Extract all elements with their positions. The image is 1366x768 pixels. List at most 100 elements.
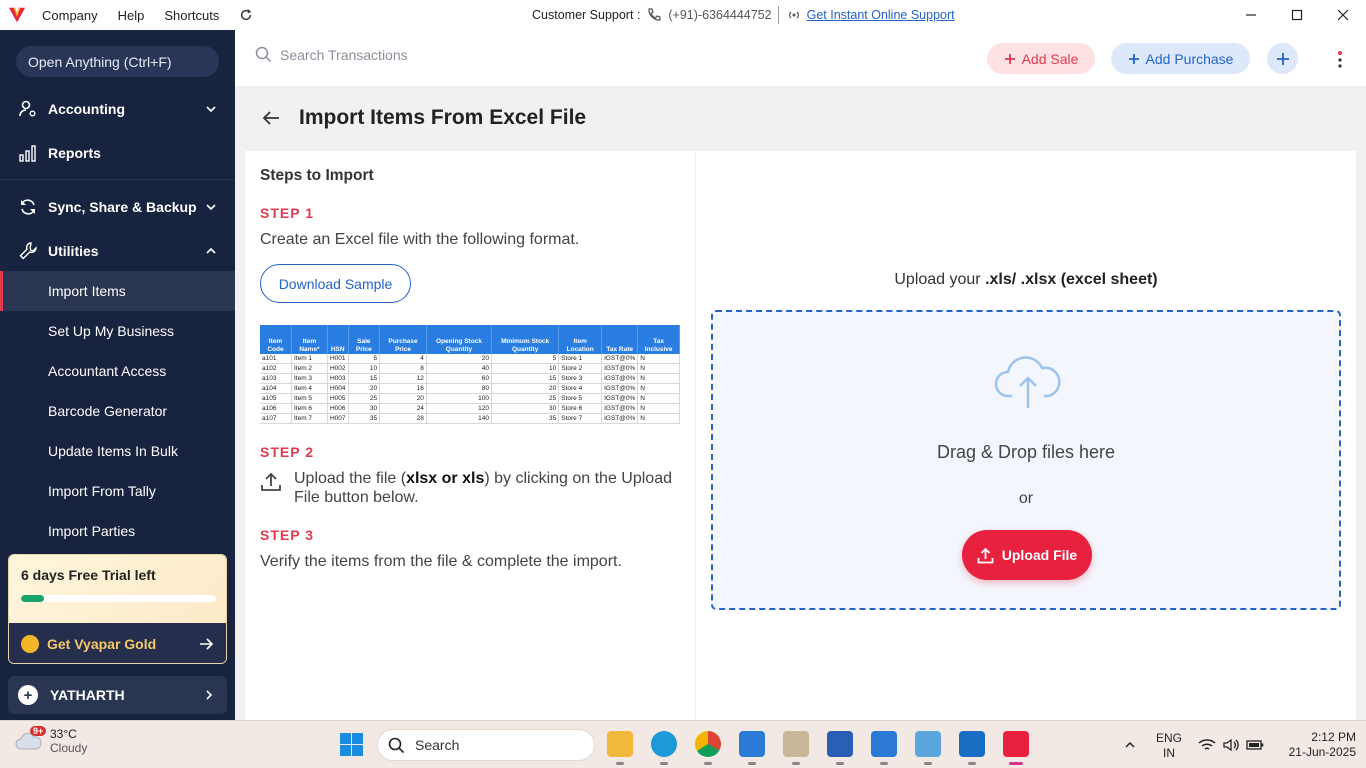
- sample-table-header-cell: Tax Rate: [601, 325, 639, 354]
- customer-support: Customer Support : (+91)-6364444752 Get …: [532, 0, 955, 30]
- sample-table-cell: H005: [327, 393, 349, 404]
- taskbar-search[interactable]: Search: [377, 729, 595, 761]
- sidebar-item-update-items-bulk[interactable]: Update Items In Bulk: [0, 431, 235, 471]
- menu-company[interactable]: Company: [42, 8, 98, 23]
- step-1-text: Create an Excel file with the following …: [260, 231, 580, 248]
- file-dropzone[interactable]: Drag & Drop files here or Upload File: [711, 310, 1341, 610]
- add-purchase-label: Add Purchase: [1145, 50, 1234, 67]
- online-support-link[interactable]: Get Instant Online Support: [807, 8, 955, 22]
- profile-name: YATHARTH: [50, 687, 125, 703]
- chrome-browser-icon[interactable]: [695, 731, 721, 765]
- download-sample-button[interactable]: Download Sample: [260, 264, 411, 303]
- sample-table-cell: 10: [491, 363, 560, 374]
- battery-icon[interactable]: [1246, 738, 1264, 752]
- refresh-icon[interactable]: [239, 8, 253, 22]
- maximize-button[interactable]: [1274, 0, 1320, 30]
- file-explorer-icon[interactable]: [607, 731, 633, 765]
- photos-app-icon[interactable]: [959, 731, 985, 765]
- sample-table-cell: IGST@0%: [601, 403, 639, 414]
- menu-shortcuts[interactable]: Shortcuts: [164, 8, 219, 23]
- sample-table-header-cell: Tax Inclusive: [637, 325, 680, 354]
- upload-icon: [977, 547, 994, 563]
- sample-table-header-cell: Opening Stock Quantity: [426, 325, 493, 354]
- chevron-up-icon[interactable]: [1124, 739, 1136, 751]
- bar-chart-icon: [19, 145, 36, 162]
- language-indicator[interactable]: ENG IN: [1152, 731, 1186, 761]
- trial-progress-bar: [21, 595, 216, 602]
- profile-switcher[interactable]: + YATHARTH: [8, 676, 227, 714]
- or-text: or: [1018, 490, 1034, 507]
- plus-icon: [1004, 53, 1015, 64]
- nav-utilities[interactable]: Utilities: [0, 231, 235, 271]
- minimize-button[interactable]: [1228, 0, 1274, 30]
- sample-table-cell: 25: [348, 393, 381, 404]
- trial-progress-fill: [21, 595, 45, 602]
- vscode-icon[interactable]: [739, 731, 765, 765]
- nav-sync-share-backup[interactable]: Sync, Share & Backup: [0, 187, 235, 227]
- sample-table-cell: H001: [327, 354, 349, 364]
- menu-help[interactable]: Help: [118, 8, 145, 23]
- control-panel-icon[interactable]: [915, 731, 941, 765]
- nav-reports[interactable]: Reports: [0, 133, 235, 173]
- plus-icon: [1276, 52, 1289, 65]
- close-button[interactable]: [1320, 0, 1366, 30]
- page-header: Import Items From Excel File: [235, 86, 1366, 150]
- add-more-button[interactable]: [1267, 43, 1298, 74]
- search-placeholder: Search Transactions: [280, 46, 408, 63]
- upload-file-button[interactable]: Upload File: [962, 530, 1092, 580]
- system-clock[interactable]: 2:12 PM 21-Jun-2025: [1270, 730, 1356, 760]
- sidebar-item-set-up-business[interactable]: Set Up My Business: [0, 311, 235, 351]
- vyapar-taskbar-icon[interactable]: [1003, 731, 1029, 765]
- sample-table-cell: N: [637, 403, 680, 414]
- sample-table-cell: 25: [491, 393, 560, 404]
- get-gold-button[interactable]: Get Vyapar Gold: [9, 623, 226, 663]
- taskbar-search-label: Search: [415, 737, 460, 753]
- nav-accounting-label: Accounting: [48, 101, 125, 117]
- step-3-label: STEP 3: [260, 527, 314, 543]
- sample-table-cell: a101: [260, 354, 292, 364]
- sidebar-item-import-items[interactable]: Import Items: [0, 271, 235, 311]
- add-sale-button[interactable]: Add Sale: [987, 43, 1095, 74]
- sidebar-item-import-tally[interactable]: Import From Tally: [0, 471, 235, 511]
- add-purchase-button[interactable]: Add Purchase: [1111, 43, 1250, 74]
- language-line-2: IN: [1163, 746, 1175, 760]
- wifi-icon[interactable]: [1198, 737, 1216, 753]
- sample-table-cell: Item 1: [291, 354, 328, 364]
- upload-icon: [261, 472, 281, 491]
- notepad-icon[interactable]: [871, 731, 897, 765]
- open-anything-button[interactable]: Open Anything (Ctrl+F): [16, 46, 219, 77]
- nav-sync-label: Sync, Share & Backup: [48, 199, 197, 215]
- sample-table-row: a103 Item 3 H003 15 12 60 15 Store 3 IGST@0% N: [260, 373, 680, 384]
- volume-icon[interactable]: [1222, 737, 1240, 753]
- sample-table-cell: H006: [327, 403, 349, 414]
- nav-accounting[interactable]: Accounting: [0, 89, 235, 129]
- tools-app-icon[interactable]: [783, 731, 809, 765]
- sidebar-item-import-parties[interactable]: Import Parties: [0, 511, 235, 551]
- step-2-row: Upload the file (xlsx or xls) by clickin…: [260, 469, 680, 507]
- sample-table-cell: a107: [260, 413, 292, 424]
- trial-info: 6 days Free Trial left: [9, 555, 226, 623]
- sample-table-cell: N: [637, 413, 680, 424]
- sample-table-row: a102 Item 2 H002 10 8 40 10 Store 2 IGST@0% N: [260, 363, 680, 374]
- sidebar-item-accountant-access[interactable]: Accountant Access: [0, 351, 235, 391]
- back-arrow-icon[interactable]: [261, 108, 281, 128]
- sample-table-body: a101 Item 1 H001 5 4 20 5 Store 1 IGST@0% Na102 It…: [260, 354, 680, 424]
- more-options-icon[interactable]: [1336, 50, 1344, 70]
- edge-browser-icon[interactable]: [651, 731, 677, 765]
- sample-table-header-cell: Purchase Price: [379, 325, 427, 354]
- word-icon[interactable]: [827, 731, 853, 765]
- sample-table-cell: 16: [379, 383, 427, 394]
- upload-title: Upload your .xls/ .xlsx (excel sheet): [696, 271, 1356, 289]
- chevron-down-icon: [206, 204, 216, 211]
- sample-table-cell: 140: [426, 413, 493, 424]
- title-bar: Company Help Shortcuts Customer Support …: [0, 0, 1366, 30]
- upload-file-label: Upload File: [1001, 547, 1078, 563]
- sample-table-header-cell: HSN: [327, 325, 349, 354]
- upload-title-bold: .xls/ .xlsx (excel sheet): [985, 271, 1158, 288]
- weather-widget[interactable]: 9+ 33°C Cloudy: [14, 726, 87, 755]
- sidebar-item-barcode-generator[interactable]: Barcode Generator: [0, 391, 235, 431]
- nav-utilities-label: Utilities: [48, 243, 99, 259]
- weather-cloud-icon: 9+: [14, 726, 47, 752]
- search-transactions[interactable]: Search Transactions: [255, 46, 408, 63]
- windows-start-icon[interactable]: [339, 732, 364, 757]
